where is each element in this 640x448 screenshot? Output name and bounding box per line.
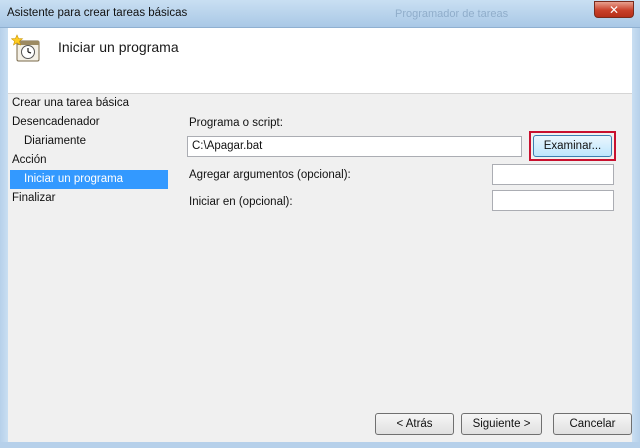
program-script-label: Programa o script:: [189, 117, 283, 129]
window-frame-left: [0, 28, 8, 448]
window-title: Asistente para crear tareas básicas: [7, 7, 188, 19]
task-clock-icon: [10, 33, 45, 65]
window-frame-bottom: [0, 442, 640, 448]
sidebar-item-desencadenador[interactable]: Desencadenador: [8, 113, 168, 132]
cancel-button[interactable]: Cancelar: [553, 413, 632, 435]
wizard-steps-sidebar: Crear una tarea básica Desencadenador Di…: [8, 94, 168, 208]
title-bar: Asistente para crear tareas básicas Prog…: [0, 0, 640, 28]
arguments-label: Agregar argumentos (opcional):: [189, 169, 351, 181]
sidebar-item-crear-tarea[interactable]: Crear una tarea básica: [8, 94, 168, 113]
sidebar-item-accion[interactable]: Acción: [8, 151, 168, 170]
back-button[interactable]: < Atrás: [375, 413, 454, 435]
browse-button[interactable]: Examinar...: [533, 135, 612, 157]
wizard-header: Iniciar un programa: [8, 28, 632, 94]
window-frame-right: [632, 28, 640, 448]
page-title: Iniciar un programa: [58, 39, 179, 55]
sidebar-item-iniciar-programa[interactable]: Iniciar un programa: [10, 170, 168, 189]
sidebar-item-finalizar[interactable]: Finalizar: [8, 189, 168, 208]
close-icon: ✕: [608, 2, 620, 17]
close-button[interactable]: ✕: [594, 1, 634, 18]
sidebar-item-diariamente[interactable]: Diariamente: [8, 132, 168, 151]
next-button[interactable]: Siguiente >: [461, 413, 542, 435]
start-in-label: Iniciar en (opcional):: [189, 196, 293, 208]
background-window-title: Programador de tareas: [395, 8, 509, 20]
program-script-input[interactable]: C:\Apagar.bat: [187, 136, 522, 157]
arguments-input[interactable]: [492, 164, 614, 185]
start-in-input[interactable]: [492, 190, 614, 211]
